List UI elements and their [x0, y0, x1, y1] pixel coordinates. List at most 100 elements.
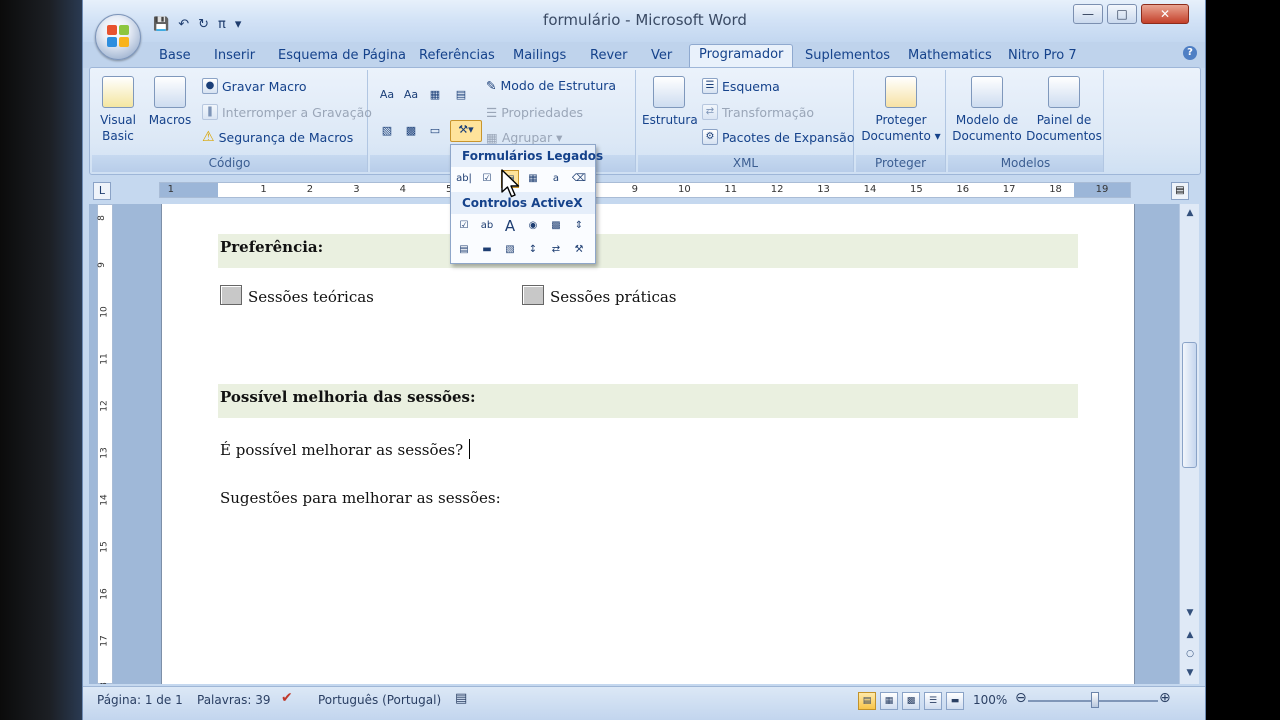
legacy-checkbox-icon[interactable]: ☑	[478, 170, 496, 188]
macros-button[interactable]: Macros	[146, 76, 194, 128]
next-page-icon[interactable]: ▼	[1183, 666, 1197, 680]
zoom-slider-thumb[interactable]	[1091, 692, 1099, 708]
activex-textbox-icon[interactable]: ab	[478, 217, 496, 235]
zoom-level[interactable]: 100%	[973, 693, 1007, 707]
activex-image-icon[interactable]: ▩	[547, 217, 565, 235]
scroll-up-icon[interactable]: ▲	[1183, 206, 1197, 220]
macro-record-status-icon[interactable]: ▤	[455, 691, 467, 706]
activex-label-icon[interactable]: A	[501, 217, 519, 235]
activex-checkbox-icon[interactable]: ☑	[455, 217, 473, 235]
tab-programador[interactable]: Programador	[689, 44, 794, 69]
print-layout-view-icon[interactable]: ▤	[858, 692, 876, 710]
properties-icon: ☰	[486, 105, 498, 120]
tab-inserir[interactable]: Inserir	[214, 46, 255, 68]
word-count[interactable]: Palavras: 39	[197, 693, 271, 707]
propriedades-button[interactable]: ☰ Propriedades	[486, 105, 583, 120]
modelo-documento-button[interactable]: Modelo de Documento	[950, 76, 1024, 144]
proofing-icon[interactable]: ✔	[281, 690, 293, 706]
estrutura-button[interactable]: Estrutura	[642, 76, 698, 128]
vertical-ruler-tick-label: 18	[100, 682, 110, 684]
group-label-xml: XML	[638, 155, 853, 172]
warning-icon: ⚠	[202, 129, 215, 145]
web-layout-icon[interactable]: ▩	[902, 692, 920, 710]
esquema-button[interactable]: ☰ Esquema	[702, 78, 780, 94]
tab-ver[interactable]: Ver	[651, 46, 672, 68]
full-screen-reading-icon[interactable]: ▦	[880, 692, 898, 710]
pacotes-expansao-button[interactable]: ⚙ Pacotes de Expansão	[702, 129, 854, 145]
office-button[interactable]	[95, 14, 141, 60]
vertical-ruler[interactable]: 8 9 10 11 12 13 14 15 16 17 18	[97, 204, 113, 684]
browse-object-icon[interactable]: ○	[1183, 647, 1197, 661]
combo-box-control-icon[interactable]: ▧	[378, 122, 396, 140]
group-codigo: Visual Basic Macros ● Gravar Macro ❚ Int…	[92, 70, 372, 172]
outline-view-icon[interactable]: ☰	[924, 692, 942, 710]
close-button[interactable]: ✕	[1141, 4, 1189, 24]
zoom-in-icon[interactable]: ⊕	[1159, 690, 1171, 706]
macros-label: Macros	[148, 113, 192, 127]
tab-suplementos[interactable]: Suplementos	[805, 46, 890, 68]
legacy-frame-icon[interactable]: ▦	[524, 170, 542, 188]
scrollbar-thumb[interactable]	[1182, 342, 1197, 468]
agrupar-button[interactable]: ▦ Agrupar ▾	[486, 130, 562, 145]
activex-option-button-icon[interactable]: ◉	[524, 217, 542, 235]
activex-spin-button-icon[interactable]: ⇕	[570, 217, 588, 235]
transformacao-button[interactable]: ⇄ Transformação	[702, 104, 814, 120]
vertical-scrollbar[interactable]: ▲ ▼ ▲ ○ ▼	[1179, 204, 1199, 684]
date-picker-control-icon[interactable]: ▩	[402, 122, 420, 140]
tab-referencias[interactable]: Referências	[419, 46, 495, 68]
checkbox-sessoes-praticas[interactable]	[522, 285, 544, 305]
language-label[interactable]: Português (Portugal)	[318, 693, 441, 707]
legacy-tools-button[interactable]: ⚒▾	[450, 120, 482, 142]
page-count[interactable]: Página: 1 de 1	[97, 693, 183, 707]
record-macro-icon: ●	[202, 78, 218, 94]
painel-documentos-button[interactable]: Painel de Documentos	[1026, 76, 1102, 144]
office-logo-icon	[107, 25, 131, 49]
legacy-shading-icon[interactable]: a	[547, 170, 565, 188]
previous-page-icon[interactable]: ▲	[1183, 628, 1197, 642]
ruler-tick-label: 14	[863, 184, 877, 195]
tab-nitro-pro[interactable]: Nitro Pro 7	[1008, 46, 1077, 68]
title-bar: 💾 ↶ ↻ π ▾ formulário - Microsoft Word — …	[83, 0, 1205, 42]
drop-down-control-icon[interactable]: ▭	[426, 122, 444, 140]
vertical-ruler-tick-label: 17	[99, 635, 110, 647]
tab-esquema-de-pagina[interactable]: Esquema de Página	[278, 46, 406, 68]
text-control-icon[interactable]: Aa	[402, 86, 420, 104]
checkbox-sessoes-teoricas[interactable]	[220, 285, 242, 305]
draft-view-icon[interactable]: ▬	[946, 692, 964, 710]
activex-command-button-icon[interactable]: ▬	[478, 241, 496, 259]
activex-scrollbar-icon[interactable]: ↕	[524, 241, 542, 259]
tab-base[interactable]: Base	[159, 46, 191, 68]
gravar-macro-button[interactable]: ● Gravar Macro	[202, 78, 307, 94]
help-icon[interactable]: ?	[1183, 46, 1197, 60]
activex-more-controls-icon[interactable]: ⚒	[570, 241, 588, 259]
activex-combobox-icon[interactable]: ▧	[501, 241, 519, 259]
tab-rever[interactable]: Rever	[590, 46, 627, 68]
activex-toggle-button-icon[interactable]: ⇄	[547, 241, 565, 259]
modo-estrutura-button[interactable]: ✎ Modo de Estrutura	[486, 78, 616, 93]
ribbon-tab-row: Base Inserir Esquema de Página Referênci…	[83, 42, 1205, 69]
legacy-reset-fields-icon[interactable]: ⌫	[570, 170, 588, 188]
activex-listbox-icon[interactable]: ▤	[455, 241, 473, 259]
picture-control-icon[interactable]: ▦	[426, 86, 444, 104]
legacy-text-field-icon[interactable]: ab|	[455, 170, 473, 188]
rich-text-control-icon[interactable]: Aa	[378, 86, 396, 104]
tab-mailings[interactable]: Mailings	[513, 46, 566, 68]
tab-mathematics[interactable]: Mathematics	[908, 46, 992, 68]
protect-document-icon	[885, 76, 917, 108]
seguranca-macros-button[interactable]: ⚠ Segurança de Macros	[202, 129, 353, 145]
maximize-button[interactable]: □	[1107, 4, 1137, 24]
minimize-button[interactable]: —	[1073, 4, 1103, 24]
interromper-gravacao-button[interactable]: ❚ Interromper a Gravação	[202, 104, 372, 120]
zoom-out-icon[interactable]: ⊖	[1015, 690, 1027, 706]
painel-documentos-label: Painel de Documentos	[1026, 113, 1102, 143]
pergunta-text: É possível melhorar as sessões?	[220, 441, 464, 459]
document-page[interactable]: Preferência: Sessões teóricas Sessões pr…	[161, 204, 1135, 684]
proteger-documento-button[interactable]: Proteger Documento ▾	[858, 76, 944, 144]
building-block-control-icon[interactable]: ▤	[452, 86, 470, 104]
tab-selector-button[interactable]: L	[93, 182, 111, 200]
scroll-down-icon[interactable]: ▼	[1183, 606, 1197, 620]
horizontal-ruler[interactable]: 112345678910111213141516171819	[159, 182, 1131, 198]
view-ruler-icon[interactable]: ▤	[1171, 182, 1189, 200]
ribbon-programador: Visual Basic Macros ● Gravar Macro ❚ Int…	[89, 67, 1201, 175]
visual-basic-button[interactable]: Visual Basic	[98, 76, 138, 144]
